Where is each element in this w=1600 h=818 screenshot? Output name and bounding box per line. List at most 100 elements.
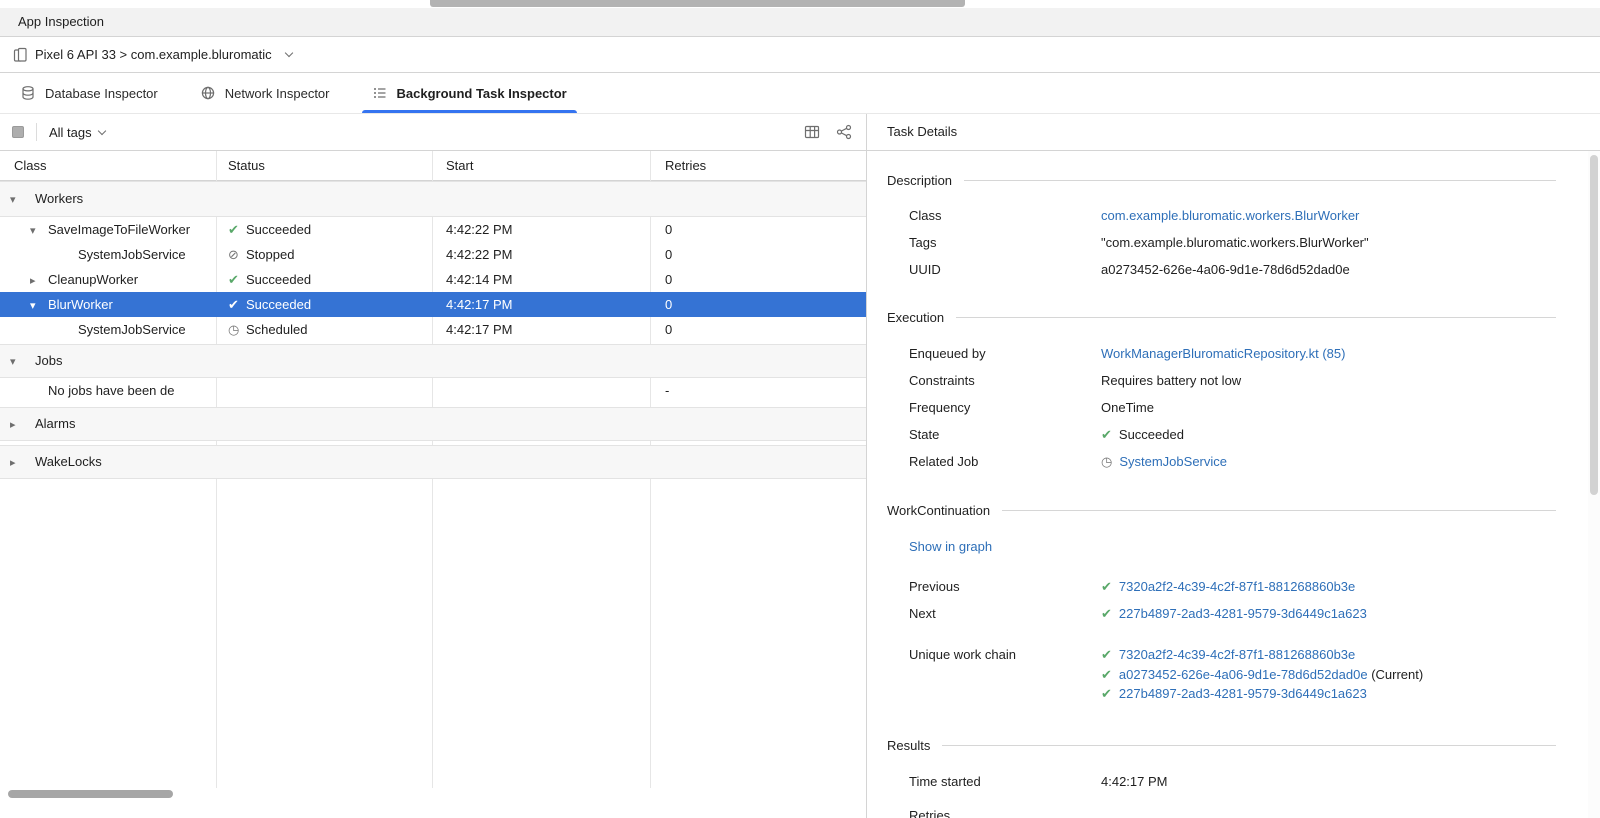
chain-work-link[interactable]: 227b4897-2ad3-4281-9579-3d6449c1a623 <box>1119 686 1367 701</box>
status-text: Stopped <box>246 247 294 262</box>
chevron-down-icon[interactable]: ▾ <box>10 346 28 378</box>
inspector-tabs: Database Inspector Network Inspector Bac… <box>0 73 1600 114</box>
next-work-link[interactable]: 227b4897-2ad3-4281-9579-3d6449c1a623 <box>1119 606 1367 621</box>
class-cell: SystemJobService <box>0 317 216 342</box>
tab-database-inspector[interactable]: Database Inspector <box>14 73 164 113</box>
chevron-down-icon[interactable]: ▾ <box>10 183 28 217</box>
chevron-down-icon[interactable]: ▾ <box>30 219 48 242</box>
section-rule <box>964 180 1556 181</box>
class-cell: ▾BlurWorker <box>0 292 216 317</box>
section-workcontinuation: WorkContinuation <box>887 500 1556 520</box>
detail-row-retries-clipped: Retries <box>909 802 1590 818</box>
graph-view-button[interactable] <box>834 122 854 142</box>
graph-view-icon <box>836 124 852 140</box>
table-row-no-jobs: No jobs have been de - <box>0 378 866 403</box>
table-view-button[interactable] <box>802 122 822 142</box>
retries-count: 0 <box>650 267 866 292</box>
column-header-status[interactable]: Status <box>216 151 432 181</box>
start-time: 4:42:22 PM <box>432 217 650 242</box>
start-time: 4:42:17 PM <box>432 292 650 317</box>
field-label: Next <box>909 600 1101 627</box>
tags-value: "com.example.bluromatic.workers.BlurWork… <box>1101 235 1369 250</box>
column-header-retries[interactable]: Retries <box>650 151 866 181</box>
current-marker: (Current) <box>1368 667 1424 682</box>
group-workers[interactable]: ▾ Workers <box>0 181 866 217</box>
detail-row-uuid: UUIDa0273452-626e-4a06-9d1e-78d6d52dad0e <box>909 256 1590 283</box>
group-alarms[interactable]: ▸Alarms <box>0 407 866 441</box>
field-label: Enqueued by <box>909 340 1101 367</box>
vertical-scrollbar-track[interactable] <box>1588 151 1600 818</box>
tag-filter-dropdown[interactable]: All tags <box>49 125 105 140</box>
show-in-graph-link[interactable]: Show in graph <box>909 539 992 554</box>
table-row-cleanupworker[interactable]: ▸CleanupWorker ✔Succeeded 4:42:14 PM 0 <box>0 267 866 292</box>
chevron-down-icon <box>97 126 105 134</box>
chevron-right-icon[interactable]: ▸ <box>10 409 28 441</box>
chevron-right-icon[interactable]: ▸ <box>30 269 48 292</box>
table-row-systemjobservice[interactable]: SystemJobService ⊘Stopped 4:42:22 PM 0 <box>0 242 866 267</box>
succeeded-icon: ✔ <box>1101 665 1112 685</box>
start-time: 4:42:22 PM <box>432 242 650 267</box>
table-row-saveimagetofileworker[interactable]: ▾SaveImageToFileWorker ✔Succeeded 4:42:2… <box>0 217 866 242</box>
task-list-icon <box>372 85 388 101</box>
group-jobs[interactable]: ▾ Jobs <box>0 344 866 378</box>
chevron-down-icon[interactable]: ▾ <box>30 294 48 317</box>
section-rule <box>1002 510 1556 511</box>
group-wakelocks[interactable]: ▸WakeLocks <box>0 445 866 479</box>
top-scrollbar[interactable] <box>430 0 965 7</box>
column-header-class[interactable]: Class <box>0 151 216 181</box>
chevron-right-icon[interactable]: ▸ <box>10 447 28 479</box>
page-title: App Inspection <box>18 14 104 29</box>
field-label: Related Job <box>909 448 1101 475</box>
table-row-systemjobservice[interactable]: SystemJobService ◷Scheduled 4:42:17 PM 0 <box>0 317 866 342</box>
tab-label: Network Inspector <box>225 86 330 101</box>
task-details-title: Task Details <box>867 114 1600 151</box>
tab-network-inspector[interactable]: Network Inspector <box>194 73 336 113</box>
class-cell: ▾SaveImageToFileWorker <box>0 217 216 242</box>
class-link[interactable]: com.example.bluromatic.workers.BlurWorke… <box>1101 208 1359 223</box>
device-icon <box>12 47 28 63</box>
status-text: Scheduled <box>246 322 307 337</box>
succeeded-icon: ✔ <box>228 267 246 292</box>
field-label: Retries <box>909 802 1101 818</box>
detail-row-tags: Tags"com.example.bluromatic.workers.Blur… <box>909 229 1590 256</box>
retries-count: 0 <box>650 292 866 317</box>
table-header-row: Class Status Start Retries <box>0 151 866 181</box>
column-header-start[interactable]: Start <box>432 151 650 181</box>
detail-row-enqueued-by: Enqueued byWorkManagerBluromaticReposito… <box>909 340 1590 367</box>
top-strip <box>0 0 1600 8</box>
detail-row-show-in-graph: Show in graph <box>909 533 1590 560</box>
group-label: Workers <box>35 191 83 206</box>
stop-inspection-icon[interactable] <box>12 126 24 138</box>
scheduled-clock-icon: ◷ <box>228 317 246 342</box>
start-time: 4:42:14 PM <box>432 267 650 292</box>
succeeded-icon: ✔ <box>1101 421 1112 448</box>
device-selector[interactable]: Pixel 6 API 33 > com.example.bluromatic <box>35 47 272 62</box>
detail-row-constraints: ConstraintsRequires battery not low <box>909 367 1590 394</box>
table-toolbar: All tags <box>0 114 866 151</box>
enqueued-by-link[interactable]: WorkManagerBluromaticRepository.kt (85) <box>1101 346 1345 361</box>
related-job-link[interactable]: SystemJobService <box>1119 454 1227 469</box>
succeeded-icon: ✔ <box>1101 684 1112 704</box>
field-label: Time started <box>909 768 1101 795</box>
section-rule <box>956 317 1556 318</box>
previous-work-link[interactable]: 7320a2f2-4c39-4c2f-87f1-881268860b3e <box>1119 579 1355 594</box>
tab-background-task-inspector[interactable]: Background Task Inspector <box>366 73 573 113</box>
chain-work-link[interactable]: a0273452-626e-4a06-9d1e-78d6d52dad0e <box>1119 667 1368 682</box>
device-bar: Pixel 6 API 33 > com.example.bluromatic <box>0 37 1600 73</box>
class-cell: ▸CleanupWorker <box>0 267 216 292</box>
table-row-blurworker-selected[interactable]: ▾BlurWorker ✔Succeeded 4:42:17 PM 0 <box>0 292 866 317</box>
chain-work-link[interactable]: 7320a2f2-4c39-4c2f-87f1-881268860b3e <box>1119 647 1355 662</box>
horizontal-scrollbar[interactable] <box>8 790 173 798</box>
vertical-scrollbar-thumb[interactable] <box>1590 155 1598 495</box>
chevron-down-icon[interactable] <box>284 49 292 57</box>
task-table-panel: All tags Class Status <box>0 114 867 818</box>
field-label: Class <box>909 202 1101 229</box>
toolbar-separator <box>36 123 37 141</box>
detail-row-time-started: Time started4:42:17 PM <box>909 768 1590 795</box>
start-time: 4:42:17 PM <box>432 317 650 342</box>
group-label: Jobs <box>35 353 62 368</box>
class-name: SystemJobService <box>78 322 186 337</box>
status-cell: ✔Succeeded <box>216 292 432 317</box>
status-text: Succeeded <box>246 297 311 312</box>
tab-label: Background Task Inspector <box>397 86 567 101</box>
